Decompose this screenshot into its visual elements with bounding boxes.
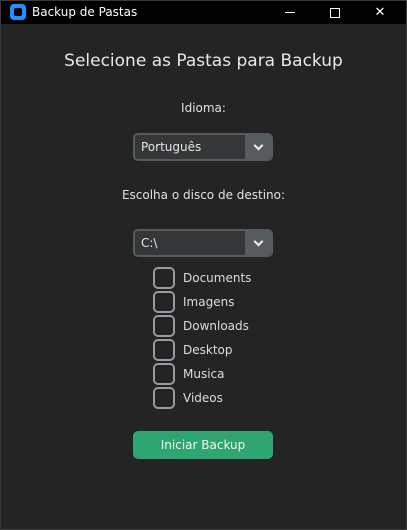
- checkbox-label[interactable]: Musica: [183, 367, 225, 381]
- checkbox-documents[interactable]: Documents: [153, 266, 273, 290]
- checkbox-box[interactable]: [153, 339, 175, 361]
- minimize-icon: [285, 12, 295, 13]
- checkbox-box[interactable]: [153, 315, 175, 337]
- checkbox-imagens[interactable]: Imagens: [153, 290, 273, 314]
- close-icon: ✕: [374, 5, 386, 20]
- maximize-button[interactable]: [312, 1, 358, 24]
- language-value: Português: [141, 140, 202, 154]
- checkbox-label[interactable]: Downloads: [183, 319, 249, 333]
- checkbox-box[interactable]: [153, 291, 175, 313]
- checkbox-box[interactable]: [153, 363, 175, 385]
- checkbox-label[interactable]: Videos: [183, 391, 223, 405]
- folder-checkbox-list: Documents Imagens Downloads Desktop Musi…: [153, 266, 273, 410]
- window-title: Backup de Pastas: [32, 5, 138, 19]
- maximize-icon: [330, 7, 340, 18]
- checkbox-box[interactable]: [153, 387, 175, 409]
- minimize-button[interactable]: [267, 1, 313, 24]
- checkbox-videos[interactable]: Videos: [153, 386, 273, 410]
- chevron-down-icon: [253, 140, 263, 150]
- checkbox-desktop[interactable]: Desktop: [153, 338, 273, 362]
- close-button[interactable]: ✕: [357, 1, 403, 24]
- checkbox-label[interactable]: Desktop: [183, 343, 233, 357]
- disk-dropdown-arrow[interactable]: [245, 231, 271, 255]
- checkbox-label[interactable]: Imagens: [183, 295, 234, 309]
- checkbox-box[interactable]: [153, 267, 175, 289]
- app-window: Backup de Pastas ✕ Selecione as Pastas p…: [0, 0, 407, 530]
- disk-label: Escolha o disco de destino:: [121, 188, 286, 202]
- app-icon: [10, 4, 26, 20]
- language-dropdown-arrow[interactable]: [245, 135, 271, 159]
- disk-value: C:\: [141, 236, 158, 250]
- checkbox-musica[interactable]: Musica: [153, 362, 273, 386]
- disk-dropdown[interactable]: C:\: [133, 229, 273, 257]
- start-backup-button[interactable]: Iniciar Backup: [133, 431, 273, 459]
- checkbox-label[interactable]: Documents: [183, 271, 251, 285]
- page-title: Selecione as Pastas para Backup: [64, 51, 343, 71]
- title-bar[interactable]: Backup de Pastas ✕: [1, 1, 406, 24]
- chevron-down-icon: [253, 236, 263, 246]
- checkbox-downloads[interactable]: Downloads: [153, 314, 273, 338]
- language-dropdown[interactable]: Português: [133, 133, 273, 161]
- language-label: Idioma:: [181, 101, 226, 115]
